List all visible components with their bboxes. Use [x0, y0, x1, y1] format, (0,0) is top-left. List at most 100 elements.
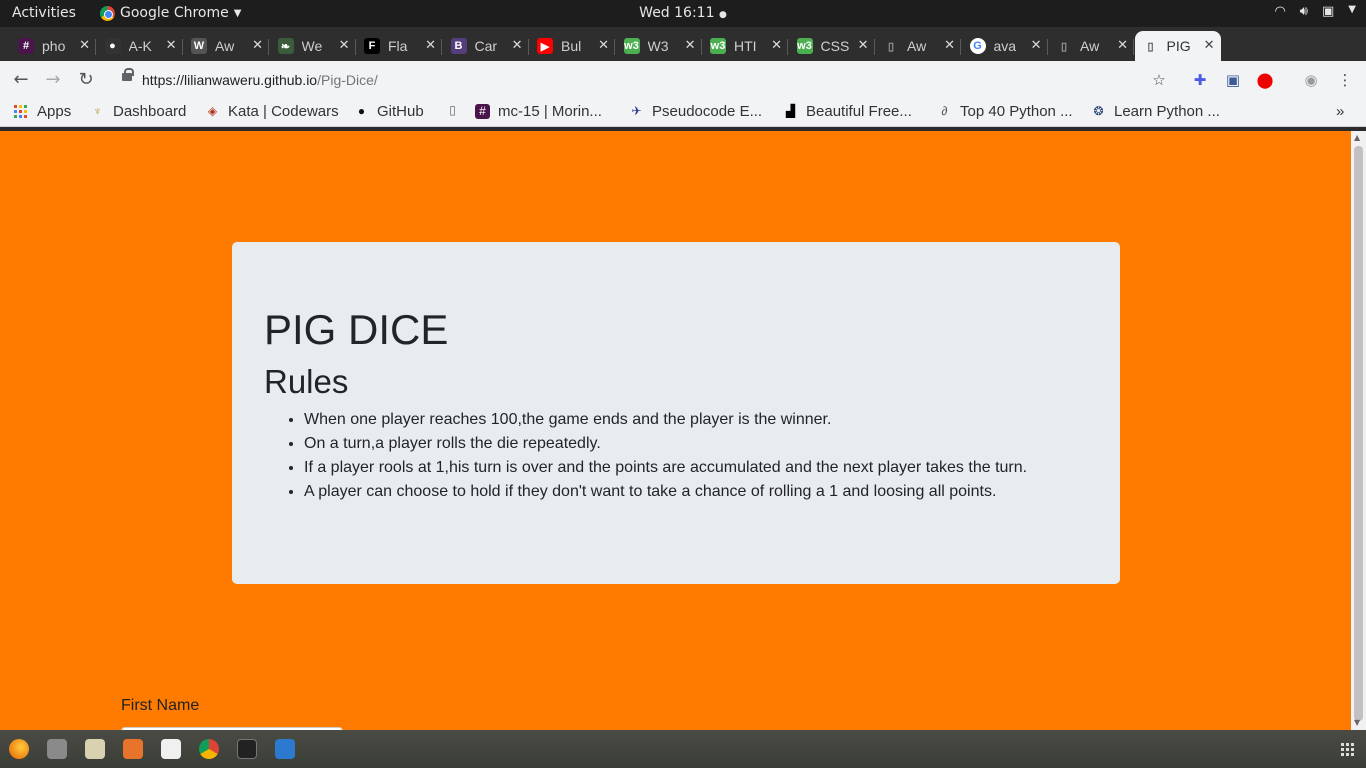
reload-button[interactable]: ↻ — [75, 69, 97, 90]
rhythmbox-icon[interactable] — [85, 739, 105, 759]
close-tab-icon[interactable]: ✕ — [858, 37, 869, 53]
terminal-icon[interactable] — [237, 739, 257, 759]
tab[interactable]: F Fla ✕ — [356, 31, 442, 61]
tab-strip: # pho ✕ ● A-K ✕ W Aw ✕ ❧ We ✕ F Fla ✕ B Car ✕ ▶ Bul ✕ w3 W3 ✕ w3… — [0, 27, 1366, 84]
tab[interactable]: w3 HTI ✕ — [702, 31, 788, 61]
tab-title: Aw — [1080, 38, 1100, 54]
bookmarks-bar: Apps ♆ Dashboard ◈ Kata | Codewars ● Git… — [0, 99, 1366, 127]
bookmark-learn-python[interactable]: ❂ Learn Python ... — [1091, 103, 1219, 120]
address-bar[interactable]: https://lilianwaweru.github.io/Pig-Dice/ — [108, 65, 1183, 95]
close-tab-icon[interactable]: ✕ — [771, 37, 782, 53]
tab[interactable]: ● A-K ✕ — [97, 31, 183, 61]
page-viewport: PIG DICE Rules When one player reaches 1… — [0, 131, 1351, 730]
tab[interactable]: B Car ✕ — [443, 31, 529, 61]
pseudocode-icon: ✈ — [631, 104, 642, 118]
clock[interactable]: Wed 16:11 — [639, 5, 714, 21]
tab-separator — [1133, 39, 1134, 55]
bookmark-label: Dashboard — [113, 103, 187, 120]
youtube-icon: ▶ — [537, 38, 553, 54]
bookmark-unsplash[interactable]: ▟ Beautiful Free... — [783, 103, 912, 120]
github-icon: ● — [104, 38, 121, 54]
close-tab-icon[interactable]: ✕ — [252, 37, 263, 53]
close-tab-icon[interactable]: ✕ — [1117, 37, 1128, 53]
rules-jumbotron: PIG DICE Rules When one player reaches 1… — [232, 242, 1120, 584]
tab-title: W3 — [647, 38, 669, 54]
tab-title: Bul — [561, 38, 582, 54]
app-menu[interactable]: Google Chrome ▼ — [100, 5, 241, 21]
tab[interactable]: ▯ Aw ✕ — [1048, 31, 1134, 61]
tab[interactable]: # pho ✕ — [10, 31, 96, 61]
chrome-dock-icon[interactable] — [199, 739, 219, 759]
tab[interactable]: W Aw ✕ — [183, 31, 269, 61]
extension-shield-icon[interactable]: ⬤ — [1256, 71, 1274, 89]
files-icon[interactable] — [47, 739, 67, 759]
tab-title: A-K — [128, 38, 152, 54]
tab[interactable]: w3 W3 ✕ — [616, 31, 702, 61]
vscode-icon[interactable] — [275, 739, 295, 759]
system-tray[interactable]: ◠ 🔊︎ ▣ ▼ — [1274, 4, 1356, 19]
activities-button[interactable]: Activities — [12, 5, 76, 21]
rule-item: When one player reaches 100,the game end… — [304, 408, 1027, 432]
flask-icon: F — [364, 38, 380, 54]
tab[interactable]: ▶ Bul ✕ — [529, 31, 615, 61]
show-apps-icon[interactable] — [1341, 743, 1354, 756]
page-icon: ▯ — [449, 103, 456, 117]
forward-button[interactable]: → — [42, 69, 64, 90]
tab[interactable]: w3 CSS ✕ — [789, 31, 875, 61]
bookmark-label: Apps — [37, 103, 72, 120]
profile-avatar-icon[interactable]: ◉ — [1302, 71, 1320, 89]
url-text[interactable]: https://lilianwaweru.github.io/Pig-Dice/ — [142, 72, 378, 88]
page-scrollbar[interactable]: ▲ ▼ — [1351, 131, 1366, 730]
tab[interactable]: Gava ✕ — [962, 31, 1048, 61]
scrollbar-thumb[interactable] — [1354, 146, 1363, 721]
link-icon: ∂ — [941, 104, 948, 118]
scroll-down-icon[interactable]: ▼ — [1354, 718, 1360, 727]
bookmark-blank[interactable]: ▯ — [445, 103, 460, 118]
bookmark-star-icon[interactable]: ☆ — [1150, 71, 1168, 89]
w-icon: W — [191, 38, 207, 54]
taskbar-dock — [0, 730, 1366, 768]
close-tab-icon[interactable]: ✕ — [1031, 37, 1042, 53]
bookmark-top40python[interactable]: ∂ Top 40 Python ... — [937, 103, 1073, 120]
bookmark-codewars[interactable]: ◈ Kata | Codewars — [205, 103, 339, 120]
close-tab-icon[interactable]: ✕ — [166, 37, 177, 53]
menu-kebab-icon[interactable]: ⋮ — [1336, 71, 1354, 89]
rule-item: On a turn,a player rolls the die repeate… — [304, 432, 1027, 456]
tab[interactable]: ❧ We ✕ — [270, 31, 356, 61]
tab[interactable]: ▯ PIG ✕ — [1134, 31, 1221, 61]
bookmark-github[interactable]: ● GitHub — [354, 103, 424, 120]
scroll-up-icon[interactable]: ▲ — [1354, 133, 1360, 142]
close-tab-icon[interactable]: ✕ — [425, 37, 436, 53]
close-tab-icon[interactable]: ✕ — [598, 37, 609, 53]
bookmarks-overflow-icon[interactable]: » — [1336, 103, 1344, 120]
slack-icon: # — [475, 104, 490, 119]
bookmark-label: mc-15 | Morin... — [498, 103, 602, 120]
bookmark-mc15[interactable]: # mc-15 | Morin... — [475, 103, 602, 120]
text-editor-icon[interactable] — [161, 739, 181, 759]
firefox-icon[interactable] — [9, 739, 29, 759]
w3schools-icon: w3 — [623, 38, 640, 54]
close-tab-icon[interactable]: ✕ — [339, 37, 350, 53]
tab[interactable]: ▯ Aw ✕ — [875, 31, 961, 61]
rules-heading: Rules — [264, 363, 349, 400]
url-path: /Pig-Dice/ — [317, 72, 378, 88]
extension-box-icon[interactable]: ▣ — [1224, 71, 1242, 89]
bookmark-dashboard[interactable]: ♆ Dashboard — [90, 103, 186, 120]
software-center-icon[interactable] — [123, 739, 143, 759]
bookmark-apps[interactable]: Apps — [14, 103, 71, 120]
battery-icon: ▣ — [1322, 4, 1335, 19]
close-tab-icon[interactable]: ✕ — [685, 37, 696, 53]
extension-puzzle-icon[interactable]: ✚ — [1191, 71, 1209, 89]
close-tab-icon[interactable]: ✕ — [944, 37, 955, 53]
tab-title: CSS — [820, 38, 850, 54]
bookmark-label: Beautiful Free... — [806, 103, 912, 120]
system-top-bar: Activities Google Chrome ▼ Wed 16:11 ● ◠… — [0, 0, 1366, 27]
close-tab-icon[interactable]: ✕ — [1204, 37, 1215, 53]
close-tab-icon[interactable]: ✕ — [512, 37, 523, 53]
bookmark-pseudocode[interactable]: ✈ Pseudocode E... — [629, 103, 762, 120]
back-button[interactable]: ← — [10, 69, 32, 90]
chevron-down-icon: ▼ — [1348, 4, 1356, 15]
close-tab-icon[interactable]: ✕ — [79, 37, 90, 53]
github-icon: ● — [357, 104, 366, 118]
tab-title: Car — [474, 38, 498, 54]
